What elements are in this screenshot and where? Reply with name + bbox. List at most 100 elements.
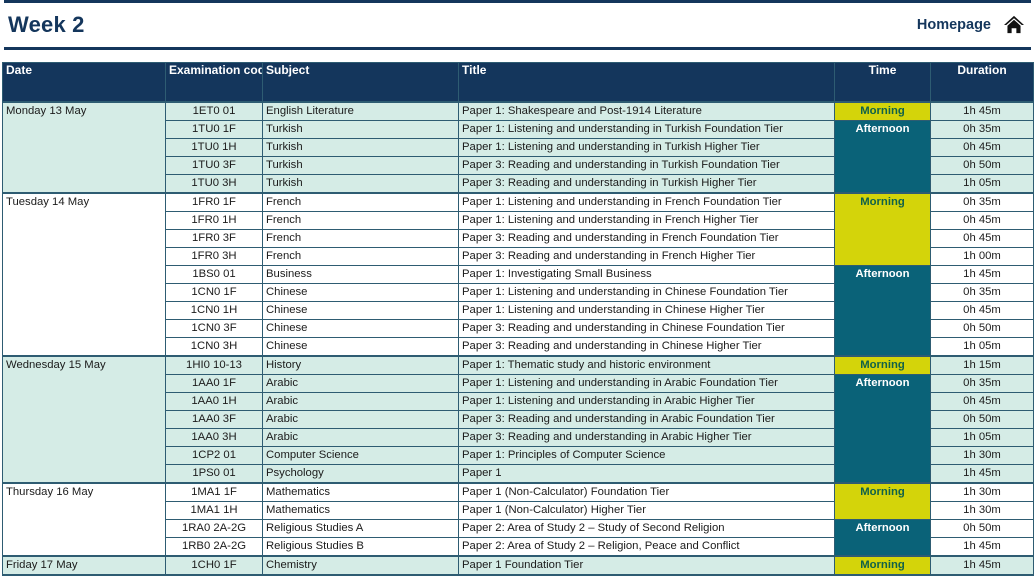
- subject-cell: Arabic: [262, 428, 459, 447]
- title-cell: Paper 1: Listening and understanding in …: [458, 120, 835, 139]
- session-time-cell: Morning: [834, 482, 931, 520]
- title-cell: Paper 1: Shakespeare and Post-1914 Liter…: [458, 101, 835, 121]
- homepage-link[interactable]: Homepage: [917, 18, 991, 33]
- session-time-cell: Afternoon: [834, 120, 931, 194]
- duration-cell: 1h 00m: [930, 247, 1034, 266]
- duration-cell: 0h 35m: [930, 283, 1034, 302]
- exam-timetable: Date Examination code Subject Title Time…: [2, 62, 1034, 576]
- subject-cell: Chemistry: [262, 555, 459, 576]
- exam-code-cell: 1FR0 3F: [165, 229, 263, 248]
- title-cell: Paper 1 (Non-Calculator) Higher Tier: [458, 501, 835, 520]
- duration-cell: 0h 50m: [930, 410, 1034, 429]
- title-cell: Paper 3: Reading and understanding in Ch…: [458, 319, 835, 338]
- session-time-cell: Morning: [834, 192, 931, 266]
- duration-cell: 1h 05m: [930, 174, 1034, 194]
- title-cell: Paper 3: Reading and understanding in Fr…: [458, 229, 835, 248]
- subject-cell: Psychology: [262, 464, 459, 484]
- exam-date-cell: Tuesday 14 May: [2, 192, 166, 357]
- exam-code-cell: 1HI0 10-13: [165, 355, 263, 375]
- exam-code-cell: 1TU0 3H: [165, 174, 263, 194]
- exam-code-cell: 1CP2 01: [165, 446, 263, 465]
- subject-cell: Arabic: [262, 410, 459, 429]
- exam-date-cell: Friday 17 May: [2, 555, 166, 576]
- page-title: Week 2: [8, 12, 85, 37]
- title-cell: Paper 3: Reading and understanding in Tu…: [458, 156, 835, 175]
- exam-code-cell: 1CN0 3F: [165, 319, 263, 338]
- duration-cell: 1h 45m: [930, 464, 1034, 484]
- duration-cell: 0h 35m: [930, 120, 1034, 139]
- duration-cell: 0h 45m: [930, 392, 1034, 411]
- exam-code-cell: 1FR0 3H: [165, 247, 263, 266]
- exam-code-cell: 1AA0 3F: [165, 410, 263, 429]
- title-cell: Paper 2: Area of Study 2 – Religion, Pea…: [458, 537, 835, 557]
- title-cell: Paper 1: Listening and understanding in …: [458, 192, 835, 212]
- duration-cell: 0h 45m: [930, 301, 1034, 320]
- column-header-date: Date: [2, 62, 166, 103]
- exam-date-cell: Wednesday 15 May: [2, 355, 166, 484]
- title-cell: Paper 1: Thematic study and historic env…: [458, 355, 835, 375]
- title-cell: Paper 1 (Non-Calculator) Foundation Tier: [458, 482, 835, 502]
- title-cell: Paper 1: Listening and understanding in …: [458, 301, 835, 320]
- title-cell: Paper 1: Listening and understanding in …: [458, 374, 835, 393]
- exam-code-cell: 1AA0 1F: [165, 374, 263, 393]
- table-row: Tuesday 14 May 1FR0 1F French Paper 1: List…: [2, 192, 1034, 357]
- duration-cell: 1h 45m: [930, 537, 1034, 557]
- home-icon[interactable]: [1003, 15, 1025, 35]
- subject-cell: Turkish: [262, 156, 459, 175]
- exam-code-cell: 1TU0 1H: [165, 138, 263, 157]
- duration-cell: 0h 50m: [930, 156, 1034, 175]
- column-header-time: Time: [834, 62, 931, 103]
- subject-cell: Turkish: [262, 120, 459, 139]
- duration-cell: 0h 45m: [930, 211, 1034, 230]
- duration-cell: 1h 30m: [930, 446, 1034, 465]
- exam-code-cell: 1ET0 01: [165, 101, 263, 121]
- duration-cell: 0h 50m: [930, 519, 1034, 538]
- session-time-cell: Afternoon: [834, 265, 931, 357]
- exam-code-cell: 1CH0 1F: [165, 555, 263, 576]
- subject-cell: French: [262, 247, 459, 266]
- subject-cell: Chinese: [262, 337, 459, 357]
- subject-cell: History: [262, 355, 459, 375]
- title-cell: Paper 1: Listening and understanding in …: [458, 138, 835, 157]
- exam-date-cell: Thursday 16 May: [2, 482, 166, 557]
- duration-cell: 1h 45m: [930, 555, 1034, 576]
- exam-date-cell: Monday 13 May: [2, 101, 166, 194]
- subject-cell: French: [262, 192, 459, 212]
- title-cell: Paper 1: Investigating Small Business: [458, 265, 835, 284]
- table-body: Monday 13 May 1ET0 01 English Literature Pa…: [2, 101, 1034, 576]
- subject-cell: Religious Studies A: [262, 519, 459, 538]
- column-header-subject: Subject: [262, 62, 459, 103]
- exam-code-cell: 1RA0 2A-2G: [165, 519, 263, 538]
- duration-cell: 1h 45m: [930, 265, 1034, 284]
- title-cell: Paper 1: [458, 464, 835, 484]
- title-cell: Paper 3: Reading and understanding in Ar…: [458, 410, 835, 429]
- subject-cell: Chinese: [262, 319, 459, 338]
- session-time-cell: Morning: [834, 101, 931, 121]
- subject-cell: French: [262, 211, 459, 230]
- exam-code-cell: 1TU0 1F: [165, 120, 263, 139]
- session-time-cell: Afternoon: [834, 374, 931, 484]
- subject-cell: Computer Science: [262, 446, 459, 465]
- subject-cell: Business: [262, 265, 459, 284]
- title-cell: Paper 1: Principles of Computer Science: [458, 446, 835, 465]
- exam-code-cell: 1AA0 3H: [165, 428, 263, 447]
- column-header-code: Examination code: [165, 62, 263, 103]
- exam-code-cell: 1CN0 1F: [165, 283, 263, 302]
- title-cell: Paper 1: Listening and understanding in …: [458, 211, 835, 230]
- subject-cell: Chinese: [262, 301, 459, 320]
- table-row: Friday 17 May 1CH0 1F Chemistry Paper 1 Fou…: [2, 555, 1034, 576]
- title-cell: Paper 1: Listening and understanding in …: [458, 392, 835, 411]
- exam-code-cell: 1FR0 1H: [165, 211, 263, 230]
- duration-cell: 0h 45m: [930, 229, 1034, 248]
- duration-cell: 0h 35m: [930, 192, 1034, 212]
- duration-cell: 1h 05m: [930, 428, 1034, 447]
- subject-cell: Arabic: [262, 392, 459, 411]
- title-cell: Paper 2: Area of Study 2 – Study of Seco…: [458, 519, 835, 538]
- title-cell: Paper 3: Reading and understanding in Ar…: [458, 428, 835, 447]
- subject-cell: Religious Studies B: [262, 537, 459, 557]
- table-row: Wednesday 15 May 1HI0 10-13 History Paper 1…: [2, 355, 1034, 484]
- column-header-duration: Duration: [930, 62, 1034, 103]
- table-row: Thursday 16 May 1MA1 1F Mathematics Paper 1…: [2, 482, 1034, 557]
- duration-cell: 0h 45m: [930, 138, 1034, 157]
- exam-code-cell: 1PS0 01: [165, 464, 263, 484]
